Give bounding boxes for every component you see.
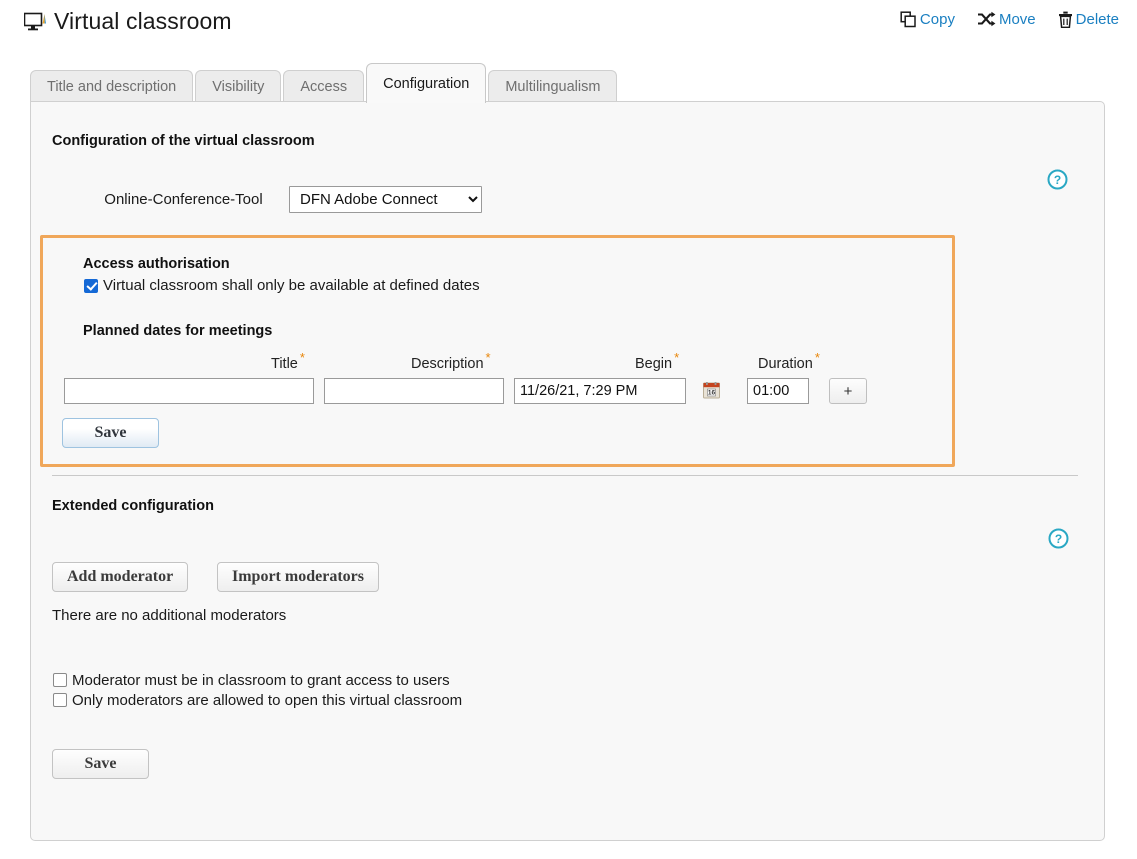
monitor-icon: [24, 12, 46, 32]
column-header-label: Description: [411, 356, 484, 372]
tab-visibility[interactable]: Visibility: [195, 70, 281, 102]
tab-label: Configuration: [383, 76, 469, 92]
move-action[interactable]: Move: [977, 11, 1036, 28]
required-marker: *: [300, 350, 305, 365]
tab-label: Multilingualism: [505, 79, 600, 95]
column-header-title: Title*: [271, 350, 305, 372]
copy-action[interactable]: Copy: [900, 11, 955, 28]
svg-text:?: ?: [1054, 173, 1061, 187]
access-authorisation-heading: Access authorisation: [83, 256, 230, 272]
moderator-present-checkbox-row[interactable]: Moderator must be in classroom to grant …: [53, 670, 462, 690]
page-header: Virtual classroom Copy Move: [0, 0, 1137, 52]
question-circle-icon[interactable]: ?: [1048, 528, 1069, 549]
moderator-present-checkbox[interactable]: [53, 673, 67, 687]
required-marker: *: [486, 350, 491, 365]
configuration-heading: Configuration of the virtual classroom: [52, 133, 315, 149]
conference-tool-row: Online-Conference-Tool DFN Adobe Connect: [86, 186, 482, 213]
delete-label: Delete: [1076, 11, 1119, 28]
configuration-panel: Configuration of the virtual classroom ?…: [30, 101, 1105, 841]
column-header-duration: Duration*: [758, 350, 820, 372]
move-icon: [977, 11, 996, 28]
add-moderator-button[interactable]: Add moderator: [52, 562, 188, 592]
defined-dates-label: Virtual classroom shall only be availabl…: [103, 277, 480, 294]
move-label: Move: [999, 11, 1036, 28]
trash-icon: [1058, 11, 1073, 28]
page-title-group: Virtual classroom: [24, 8, 232, 35]
meeting-table-headers: Title* Description* Begin* Duration*: [43, 350, 952, 372]
add-meeting-row-button[interactable]: +: [829, 378, 867, 404]
meeting-row: 16 +: [43, 378, 952, 408]
planned-dates-heading: Planned dates for meetings: [83, 323, 272, 339]
save-dates-button[interactable]: Save: [62, 418, 159, 448]
tab-access[interactable]: Access: [283, 70, 364, 102]
import-moderators-button[interactable]: Import moderators: [217, 562, 379, 592]
svg-text:?: ?: [1055, 532, 1062, 546]
header-actions: Copy Move: [900, 11, 1119, 28]
meeting-title-input[interactable]: [64, 378, 314, 404]
column-header-label: Duration: [758, 356, 813, 372]
column-header-description: Description*: [411, 350, 491, 372]
tab-label: Visibility: [212, 79, 264, 95]
only-moderators-open-label: Only moderators are allowed to open this…: [72, 692, 462, 709]
column-header-label: Begin: [635, 356, 672, 372]
required-marker: *: [674, 350, 679, 365]
save-extended-button[interactable]: Save: [52, 749, 149, 779]
defined-dates-checkbox-row[interactable]: Virtual classroom shall only be availabl…: [84, 277, 480, 294]
svg-text:16: 16: [708, 390, 716, 397]
moderator-options: Moderator must be in classroom to grant …: [53, 670, 462, 710]
column-header-begin: Begin*: [635, 350, 679, 372]
tab-label: Title and description: [47, 79, 176, 95]
tab-title-and-description[interactable]: Title and description: [30, 70, 193, 102]
delete-action[interactable]: Delete: [1058, 11, 1119, 28]
extended-configuration-heading: Extended configuration: [52, 498, 214, 514]
meeting-description-input[interactable]: [324, 378, 504, 404]
only-moderators-open-checkbox-row[interactable]: Only moderators are allowed to open this…: [53, 690, 462, 710]
conference-tool-label: Online-Conference-Tool: [86, 191, 281, 208]
tab-configuration[interactable]: Configuration: [366, 63, 486, 103]
tab-bar: Title and description Visibility Access …: [30, 62, 619, 102]
tab-label: Access: [300, 79, 347, 95]
question-circle-icon[interactable]: ?: [1047, 169, 1068, 190]
only-moderators-open-checkbox[interactable]: [53, 693, 67, 707]
required-marker: *: [815, 350, 820, 365]
defined-dates-checkbox[interactable]: [84, 279, 98, 293]
meeting-begin-input[interactable]: [514, 378, 686, 404]
section-divider: [52, 475, 1078, 476]
access-authorisation-box: Access authorisation Virtual classroom s…: [40, 235, 955, 467]
moderator-present-label: Moderator must be in classroom to grant …: [72, 672, 450, 689]
column-header-label: Title: [271, 356, 298, 372]
copy-label: Copy: [920, 11, 955, 28]
copy-icon: [900, 11, 917, 28]
no-moderators-text: There are no additional moderators: [52, 607, 286, 624]
calendar-icon[interactable]: 16: [703, 382, 720, 399]
page-title: Virtual classroom: [54, 8, 232, 35]
conference-tool-select[interactable]: DFN Adobe Connect: [289, 186, 482, 213]
tab-multilingualism[interactable]: Multilingualism: [488, 70, 617, 102]
meeting-duration-input[interactable]: [747, 378, 809, 404]
